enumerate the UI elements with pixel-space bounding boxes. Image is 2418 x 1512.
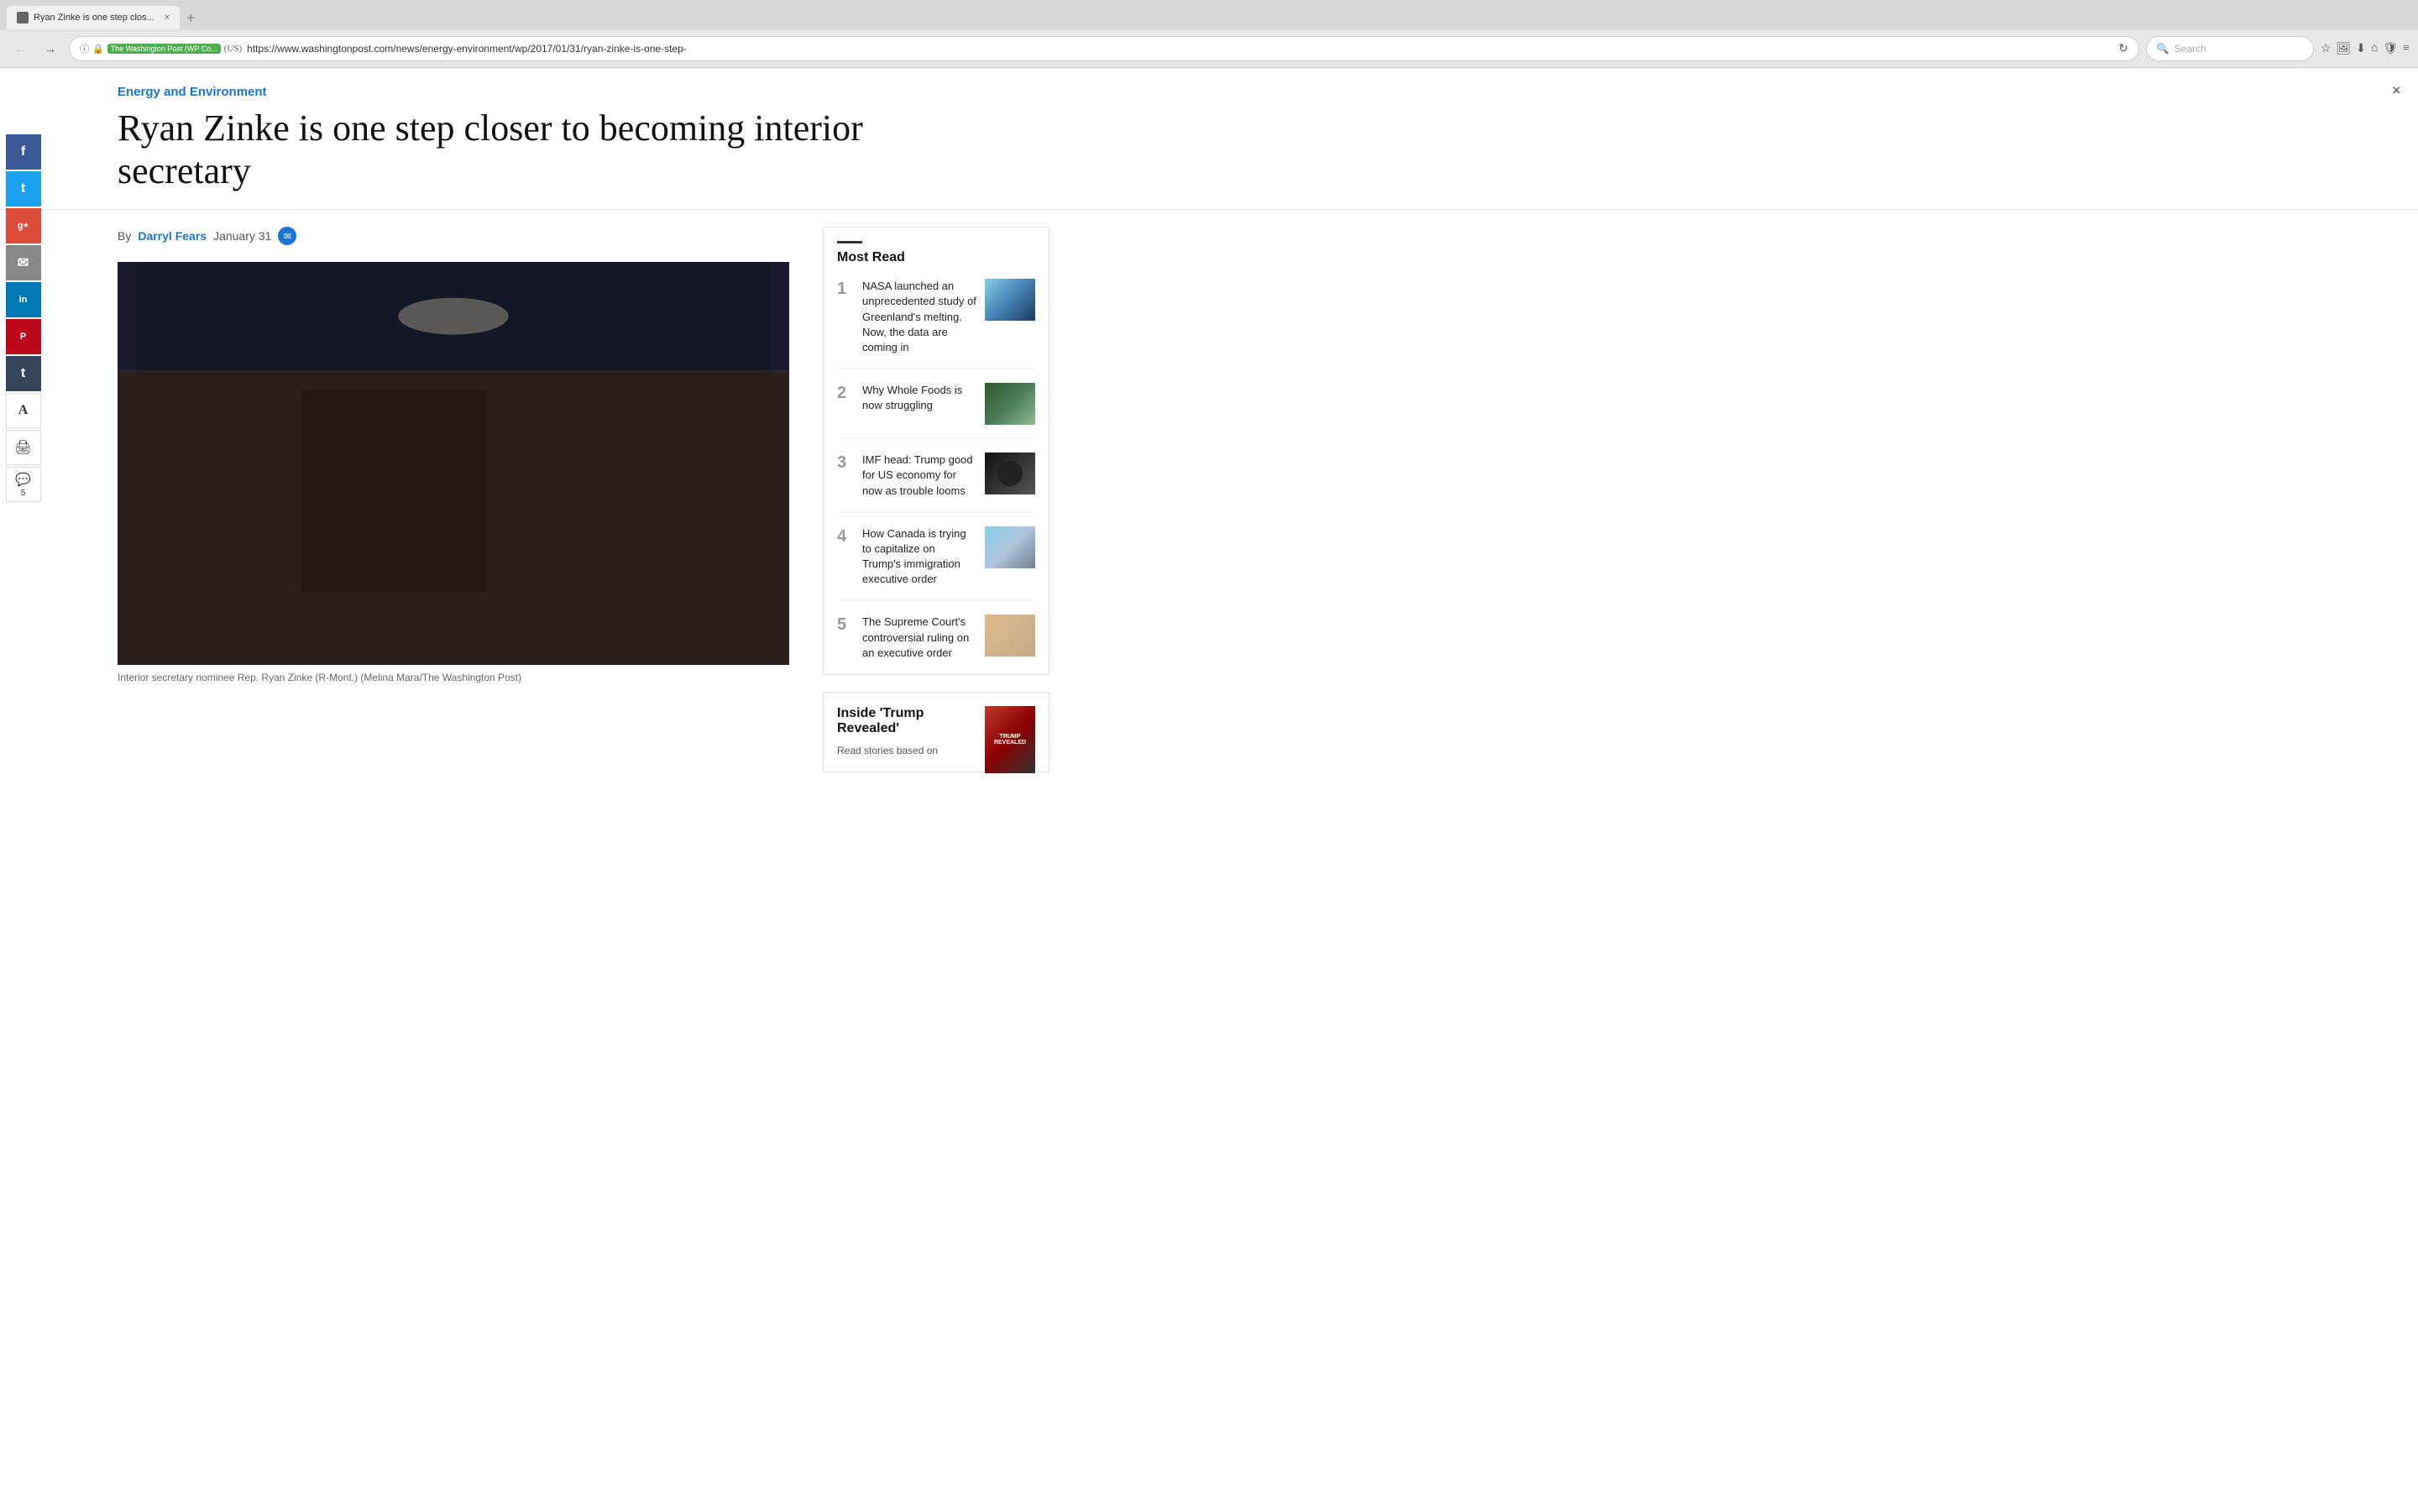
- browser-chrome: Ryan Zinke is one step clos... × + ← → ⓘ…: [0, 0, 2418, 68]
- item-thumb-3: [985, 453, 1035, 494]
- print-btn[interactable]: 🖨: [6, 430, 41, 465]
- item-number-1: 1: [837, 280, 854, 297]
- page-content: f t g+ ✉ in P t A 🖨 💬 5 Energ: [0, 68, 2418, 1512]
- url-text: https://www.washingtonpost.com/news/ener…: [247, 43, 2113, 55]
- item-text-5: The Supreme Court's controversial ruling…: [862, 615, 976, 661]
- info-icon: ⓘ: [80, 42, 89, 55]
- article-main: By Darryl Fears January 31 ✉: [118, 227, 789, 773]
- lock-icon: 🔒: [92, 44, 104, 55]
- bookmark-icon[interactable]: ☆: [2321, 42, 2332, 56]
- item-number-2: 2: [837, 385, 854, 401]
- download-icon[interactable]: ⬇: [2356, 42, 2366, 56]
- item-thumb-2: [985, 383, 1035, 425]
- linkedin-share-btn[interactable]: in: [6, 282, 41, 317]
- article-image-wrap: Interior secretary nominee Rep. Ryan Zin…: [118, 262, 789, 683]
- item-number-5: 5: [837, 616, 854, 633]
- search-icon: 🔍: [2157, 43, 2169, 55]
- search-input[interactable]: Search: [2175, 43, 2206, 55]
- url-bar[interactable]: ⓘ 🔒 The Washington Post (WP Co... (US) h…: [69, 36, 2139, 61]
- most-read-section: Most Read 1 NASA launched an unprecedent…: [823, 227, 1049, 675]
- font-size-btn[interactable]: A: [6, 393, 41, 428]
- googleplus-share-btn[interactable]: g+: [6, 208, 41, 243]
- byline-prefix: By: [118, 229, 131, 243]
- nav-right-icons: ☆ 🖼 ⬇ ⌂ 🛡 ≡: [2321, 42, 2410, 56]
- item-number-3: 3: [837, 454, 854, 471]
- item-text-1: NASA launched an unprecedented study of …: [862, 279, 976, 355]
- home-icon[interactable]: ⌂: [2371, 42, 2378, 55]
- screenshot-icon[interactable]: 🖼: [2336, 42, 2351, 56]
- byline: By Darryl Fears January 31 ✉: [118, 227, 789, 245]
- close-article-btn[interactable]: ×: [2392, 81, 2401, 101]
- menu-icon[interactable]: ≡: [2403, 42, 2410, 55]
- background-detail: [118, 262, 789, 665]
- article-sidebar: Most Read 1 NASA launched an unprecedent…: [823, 227, 1049, 773]
- tab-close-btn[interactable]: ×: [165, 13, 170, 23]
- tab-favicon: [17, 12, 29, 24]
- author-link[interactable]: Darryl Fears: [138, 229, 207, 243]
- article-image: [118, 262, 789, 665]
- tumblr-share-btn[interactable]: t: [6, 356, 41, 391]
- site-badge: The Washington Post (WP Co...: [107, 44, 221, 54]
- nav-bar: ← → ⓘ 🔒 The Washington Post (WP Co... (U…: [0, 30, 2418, 67]
- search-bar[interactable]: 🔍 Search: [2146, 36, 2314, 61]
- most-read-bar: [837, 241, 862, 243]
- most-read-item-1[interactable]: 1 NASA launched an unprecedented study o…: [837, 279, 1035, 369]
- email-share-btn[interactable]: ✉: [6, 245, 41, 280]
- article-title: Ryan Zinke is one step closer to becomin…: [118, 107, 873, 192]
- tab-bar: Ryan Zinke is one step clos... × +: [0, 0, 2418, 30]
- facebook-share-btn[interactable]: f: [6, 134, 41, 170]
- active-tab[interactable]: Ryan Zinke is one step clos... ×: [7, 6, 180, 29]
- trump-revealed-section[interactable]: TRUMP REVEALED Inside 'Trump Revealed' R…: [823, 692, 1049, 772]
- item-number-4: 4: [837, 528, 854, 545]
- tab-title: Ryan Zinke is one step clos...: [34, 13, 154, 23]
- region-label: (US): [224, 44, 242, 54]
- trump-book-image: TRUMP REVEALED: [985, 706, 1035, 773]
- new-tab-btn[interactable]: +: [186, 10, 195, 25]
- most-read-item-3[interactable]: 3 IMF head: Trump good for US economy fo…: [837, 453, 1035, 513]
- item-text-4: How Canada is trying to capitalize on Tr…: [862, 526, 976, 588]
- left-sidebar: f t g+ ✉ in P t A 🖨 💬 5: [0, 134, 46, 502]
- most-read-item-5[interactable]: 5 The Supreme Court's controversial ruli…: [837, 615, 1035, 661]
- most-read-item-2[interactable]: 2 Why Whole Foods is now struggling: [837, 383, 1035, 439]
- item-thumb-1: [985, 279, 1035, 321]
- item-text-3: IMF head: Trump good for US economy for …: [862, 453, 976, 499]
- url-security-icons: ⓘ 🔒 The Washington Post (WP Co... (US): [80, 42, 242, 55]
- twitter-share-btn[interactable]: t: [6, 171, 41, 207]
- category-link[interactable]: Energy and Environment: [118, 85, 2300, 99]
- most-read-title: Most Read: [837, 250, 1035, 265]
- pinterest-share-btn[interactable]: P: [6, 319, 41, 354]
- article-body: By Darryl Fears January 31 ✉: [0, 210, 2418, 790]
- item-thumb-4: [985, 526, 1035, 568]
- reload-btn[interactable]: ↻: [2118, 42, 2128, 56]
- item-text-2: Why Whole Foods is now struggling: [862, 383, 976, 413]
- article-date: January 31: [213, 229, 271, 243]
- back-btn[interactable]: ←: [8, 37, 32, 60]
- forward-btn[interactable]: →: [39, 37, 62, 60]
- article-header: Energy and Environment Ryan Zinke is one…: [0, 68, 2418, 210]
- author-email-btn[interactable]: ✉: [278, 227, 296, 245]
- comment-btn[interactable]: 💬 5: [6, 467, 41, 502]
- item-thumb-5: [985, 615, 1035, 657]
- most-read-item-4[interactable]: 4 How Canada is trying to capitalize on …: [837, 526, 1035, 602]
- shield-icon[interactable]: 🛡: [2383, 42, 2398, 56]
- image-caption: Interior secretary nominee Rep. Ryan Zin…: [118, 672, 789, 683]
